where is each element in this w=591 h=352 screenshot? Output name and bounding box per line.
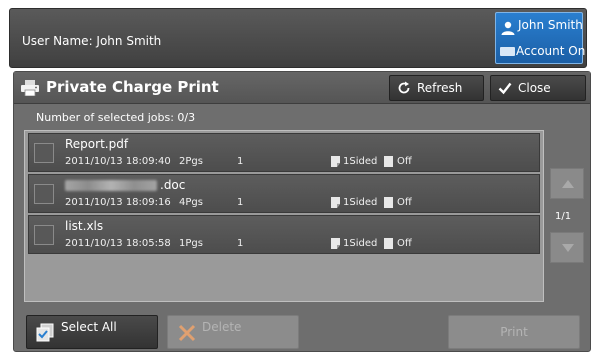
job-staple: Off (397, 156, 412, 167)
job-pages: 2Pgs (179, 156, 203, 167)
delete-label: Delete (202, 320, 242, 334)
job-sided: 1Sided (343, 197, 378, 208)
close-label: Close (518, 81, 551, 95)
panel-title-bar: Private Charge Print Refresh Close (14, 72, 590, 104)
x-icon (178, 324, 196, 342)
blurred-file-name (65, 180, 157, 191)
job-row[interactable]: Report.pdf 2011/10/13 18:09:40 2Pgs 1 1S… (28, 133, 540, 172)
triangle-up-icon (562, 180, 574, 188)
user-label: John Smith (518, 18, 583, 32)
staple-icon (384, 156, 393, 167)
top-bar: User Name: John Smith John Smith Account… (9, 8, 587, 68)
job-checkbox[interactable] (34, 184, 54, 204)
sided-icon (331, 197, 340, 208)
print-label: Print (500, 325, 528, 339)
job-row[interactable]: .doc 2011/10/13 18:09:16 4Pgs 1 1Sided O… (28, 174, 540, 213)
private-charge-print-panel: Private Charge Print Refresh Close Numbe… (13, 71, 591, 352)
select-all-label: Select All (61, 320, 117, 334)
job-datetime: 2011/10/13 18:09:16 (65, 197, 171, 208)
delete-button[interactable]: Delete (167, 315, 299, 349)
job-copies: 1 (237, 156, 244, 167)
page-indicator: 1/1 (555, 211, 572, 222)
panel-title: Private Charge Print (46, 78, 219, 96)
user-account-button[interactable]: John Smith Account On (495, 12, 586, 64)
job-staple: Off (397, 197, 412, 208)
scroll-down-button[interactable] (550, 232, 584, 263)
account-label: Account On (516, 44, 586, 58)
job-datetime: 2011/10/13 18:09:40 (65, 156, 171, 167)
card-icon (500, 47, 515, 56)
job-staple: Off (397, 238, 412, 249)
job-copies: 1 (237, 238, 244, 249)
job-datetime: 2011/10/13 18:05:58 (65, 238, 171, 249)
job-checkbox[interactable] (34, 225, 54, 245)
staple-icon (384, 238, 393, 249)
job-row[interactable]: list.xls 2011/10/13 18:05:58 1Pgs 1 1Sid… (28, 215, 540, 254)
job-sided: 1Sided (343, 156, 378, 167)
job-pages: 4Pgs (179, 197, 203, 208)
sided-icon (331, 156, 340, 167)
user-name-text: User Name: John Smith (22, 34, 162, 48)
job-file-name: Report.pdf (65, 137, 129, 151)
checkmark-icon (498, 82, 512, 95)
close-button[interactable]: Close (490, 75, 586, 101)
triangle-down-icon (562, 244, 574, 252)
job-file-name: list.xls (65, 219, 104, 233)
select-all-button[interactable]: Select All (26, 315, 158, 349)
job-file-name: .doc (160, 178, 186, 192)
person-icon (501, 21, 515, 35)
refresh-button[interactable]: Refresh (389, 75, 484, 101)
job-checkbox[interactable] (34, 143, 54, 163)
job-list: Report.pdf 2011/10/13 18:09:40 2Pgs 1 1S… (24, 130, 544, 302)
select-all-icon (36, 323, 54, 342)
job-copies: 1 (237, 197, 244, 208)
selected-jobs-count: Number of selected jobs: 0/3 (36, 111, 196, 124)
job-sided: 1Sided (343, 238, 378, 249)
job-pages: 1Pgs (179, 238, 203, 249)
refresh-icon (398, 81, 410, 94)
printer-icon (21, 80, 39, 96)
print-button[interactable]: Print (448, 315, 580, 349)
staple-icon (384, 197, 393, 208)
scroll-up-button[interactable] (550, 168, 584, 199)
refresh-label: Refresh (417, 81, 463, 95)
sided-icon (331, 238, 340, 249)
